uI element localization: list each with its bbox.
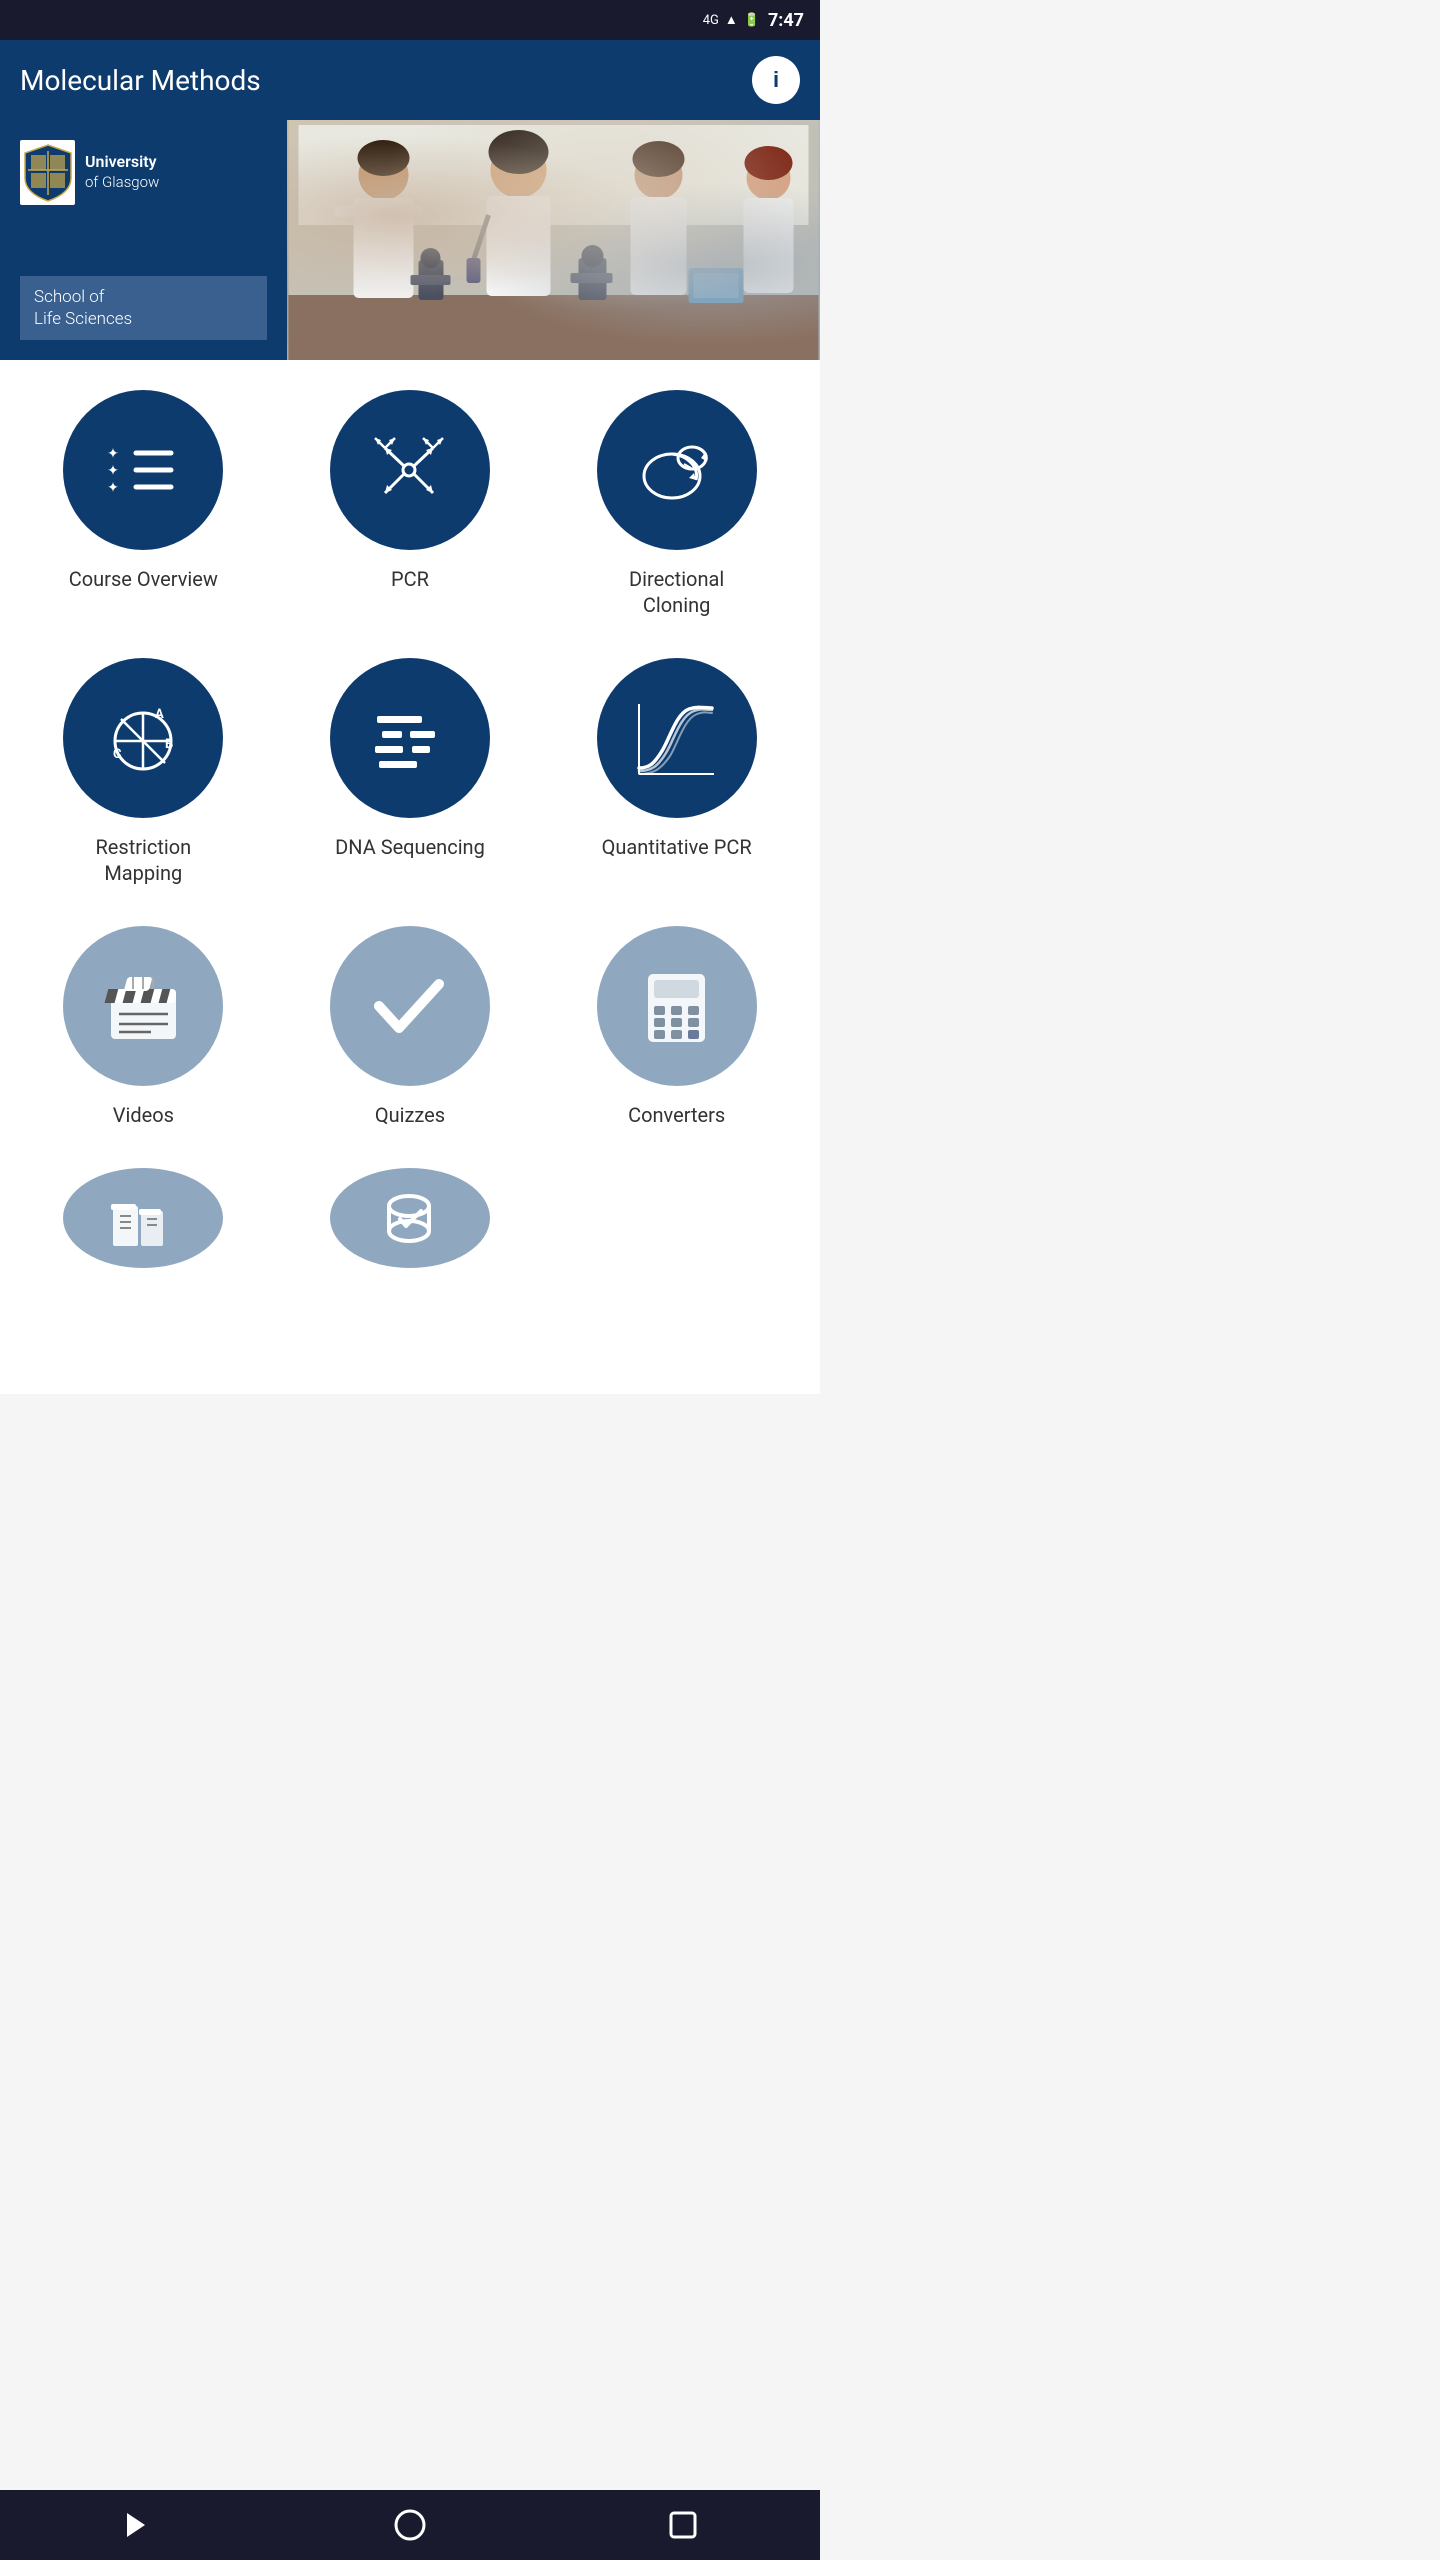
- restriction-mapping-icon: A B C: [63, 658, 223, 818]
- main-grid: ✦ ✦ ✦ Course Overview: [0, 360, 820, 1394]
- banner-right: [287, 120, 820, 360]
- books-icon-circle: [63, 1168, 223, 1268]
- pcr-arrows-icon: [367, 428, 452, 513]
- tools-icon-circle: [330, 1168, 490, 1268]
- back-button[interactable]: [119, 2507, 155, 2543]
- school-label: School ofLife Sciences: [20, 276, 267, 340]
- tools-icon: [367, 1176, 452, 1261]
- converters-label: Converters: [628, 1102, 725, 1128]
- grid-row-4: [10, 1158, 810, 1294]
- restriction-mapping-item[interactable]: A B C RestrictionMapping: [23, 648, 263, 896]
- signal-icon: 4G: [703, 13, 719, 28]
- shield-svg: [23, 143, 73, 203]
- status-icons: 4G ▲ 🔋: [703, 12, 760, 28]
- dna-sequencing-item[interactable]: DNA Sequencing: [290, 648, 530, 896]
- converters-icon: [597, 926, 757, 1086]
- university-name: Universityof Glasgow: [85, 152, 159, 192]
- back-icon: [119, 2507, 155, 2543]
- recent-button[interactable]: [665, 2507, 701, 2543]
- quantitative-pcr-label: Quantitative PCR: [602, 834, 752, 860]
- svg-text:B: B: [165, 737, 173, 752]
- course-overview-icon: ✦ ✦ ✦: [63, 390, 223, 550]
- grid-row-1: ✦ ✦ ✦ Course Overview: [10, 380, 810, 628]
- pcr-item[interactable]: PCR: [290, 380, 530, 628]
- books-icon: [101, 1176, 186, 1261]
- status-bar: 4G ▲ 🔋 7:47: [0, 0, 820, 40]
- svg-text:A: A: [155, 707, 164, 722]
- list-star-icon: ✦ ✦ ✦: [101, 428, 186, 513]
- restriction-icon: A B C: [101, 696, 186, 781]
- videos-item[interactable]: Videos: [23, 916, 263, 1138]
- recent-icon: [665, 2507, 701, 2543]
- videos-icon: [63, 926, 223, 1086]
- signal-bars-icon: ▲: [725, 12, 738, 28]
- grid-row-2: A B C RestrictionMapping: [10, 648, 810, 896]
- videos-label: Videos: [113, 1102, 174, 1128]
- sequencing-icon: [367, 696, 452, 781]
- lab-image: [287, 120, 820, 360]
- pcr-label: PCR: [391, 566, 429, 592]
- quizzes-icon: [330, 926, 490, 1086]
- books-item[interactable]: [23, 1158, 263, 1294]
- banner-left: Universityof Glasgow School ofLife Scien…: [0, 120, 287, 360]
- app-bar: Molecular Methods i: [0, 40, 820, 120]
- lab-scene-svg: [287, 120, 820, 360]
- directional-cloning-label: DirectionalCloning: [629, 566, 724, 618]
- restriction-mapping-label: RestrictionMapping: [95, 834, 191, 886]
- quizzes-label: Quizzes: [375, 1102, 445, 1128]
- tools-item[interactable]: [290, 1158, 530, 1294]
- quizzes-item[interactable]: Quizzes: [290, 916, 530, 1138]
- quantitative-pcr-item[interactable]: Quantitative PCR: [557, 648, 797, 896]
- home-button[interactable]: [392, 2507, 428, 2543]
- university-logo: Universityof Glasgow: [20, 140, 267, 205]
- dna-sequencing-icon: [330, 658, 490, 818]
- uni-shield-icon: [20, 140, 75, 205]
- checkmark-icon: [367, 964, 452, 1049]
- info-button[interactable]: i: [752, 56, 800, 104]
- app-title: Molecular Methods: [20, 64, 261, 97]
- banner: Universityof Glasgow School ofLife Scien…: [0, 120, 820, 360]
- calculator-icon: [634, 964, 719, 1049]
- status-time: 7:47: [768, 10, 804, 31]
- svg-text:✦: ✦: [107, 463, 119, 479]
- qpcr-icon: [634, 696, 719, 781]
- course-overview-item[interactable]: ✦ ✦ ✦ Course Overview: [23, 380, 263, 628]
- pcr-icon: [330, 390, 490, 550]
- dna-sequencing-label: DNA Sequencing: [335, 834, 485, 860]
- course-overview-label: Course Overview: [69, 566, 218, 592]
- cloning-icon: [634, 428, 719, 513]
- directional-cloning-icon: [597, 390, 757, 550]
- svg-text:✦: ✦: [107, 480, 119, 496]
- converters-item[interactable]: Converters: [557, 916, 797, 1138]
- home-icon: [392, 2507, 428, 2543]
- grid-row-3: Videos Quizzes: [10, 916, 810, 1138]
- clapperboard-icon: [101, 964, 186, 1049]
- nav-bar: [0, 2490, 820, 2560]
- svg-text:C: C: [113, 747, 122, 762]
- directional-cloning-item[interactable]: DirectionalCloning: [557, 380, 797, 628]
- quantitative-pcr-icon: [597, 658, 757, 818]
- svg-text:✦: ✦: [107, 446, 119, 462]
- battery-icon: 🔋: [744, 13, 760, 28]
